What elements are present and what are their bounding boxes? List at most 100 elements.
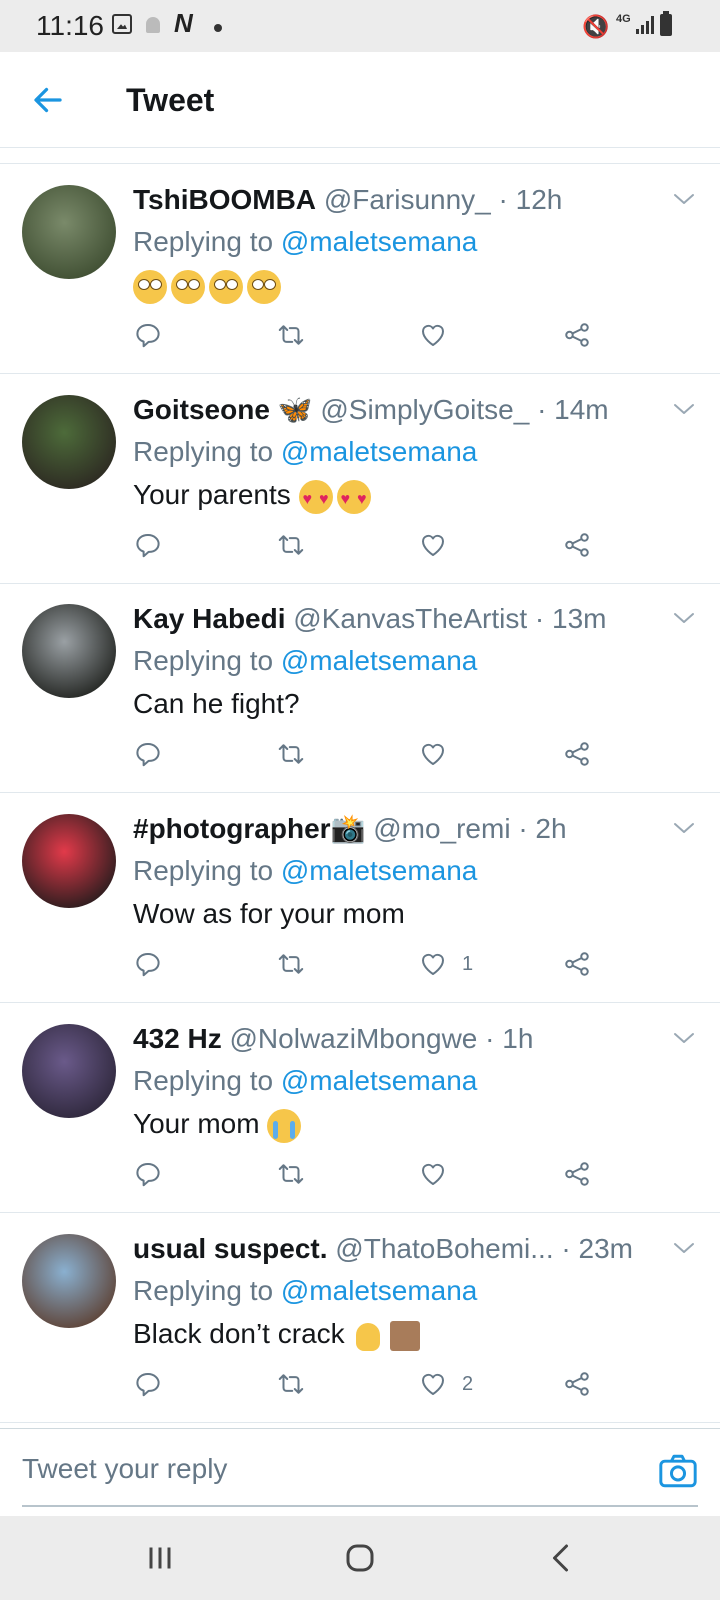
- reply-button[interactable]: [133, 944, 163, 984]
- back-nav-icon[interactable]: [542, 1540, 582, 1576]
- retweet-button[interactable]: [276, 944, 306, 984]
- user-handle[interactable]: @ThatoBohemi...: [335, 1233, 553, 1264]
- like-button[interactable]: [418, 734, 462, 774]
- tweet-time: · 2h: [518, 813, 567, 844]
- tweet[interactable]: usual suspect. @ThatoBohemi... · 23m Repl…: [0, 1214, 720, 1423]
- mention-link[interactable]: @maletsemana: [281, 1275, 478, 1306]
- retweet-button[interactable]: [276, 1154, 306, 1194]
- share-button[interactable]: [562, 525, 592, 565]
- tweet[interactable]: Kay Habedi @KanvasTheArtist · 13m Replyin…: [0, 584, 720, 793]
- reply-button[interactable]: [133, 315, 163, 355]
- camera-icon[interactable]: [658, 1453, 698, 1489]
- tweet-text-content: Your parents: [133, 479, 291, 510]
- reply-button[interactable]: [133, 734, 163, 774]
- share-button[interactable]: [562, 1154, 592, 1194]
- replying-to: Replying to @maletsemana: [133, 1274, 477, 1308]
- chevron-down-icon[interactable]: [672, 608, 696, 628]
- reply-input[interactable]: [22, 1447, 582, 1491]
- replying-to-label: Replying to: [133, 1065, 274, 1096]
- mention-link[interactable]: @maletsemana: [281, 436, 478, 467]
- retweet-button[interactable]: [276, 525, 306, 565]
- tweet[interactable]: 432 Hz @NolwaziMbongwe · 1h Replying to @…: [0, 1004, 720, 1213]
- heart-icon: [421, 324, 445, 346]
- reply-icon: [136, 743, 160, 767]
- like-count: 2: [462, 1372, 474, 1395]
- share-icon: [565, 952, 589, 976]
- avatar[interactable]: [22, 1234, 116, 1328]
- heart-icon: [421, 1163, 445, 1185]
- like-button[interactable]: 1: [418, 944, 473, 984]
- avatar[interactable]: [22, 395, 116, 489]
- chevron-down-icon[interactable]: [672, 818, 696, 838]
- mention-link[interactable]: @maletsemana: [281, 226, 478, 257]
- user-handle[interactable]: @KanvasTheArtist: [293, 603, 527, 634]
- display-name[interactable]: 432 Hz: [133, 1023, 222, 1054]
- mention-link[interactable]: @maletsemana: [281, 1065, 478, 1096]
- share-icon: [565, 742, 589, 766]
- share-button[interactable]: [562, 1364, 592, 1404]
- reply-button[interactable]: [133, 1364, 163, 1404]
- like-button[interactable]: [418, 525, 462, 565]
- avatar[interactable]: [22, 1024, 116, 1118]
- avatar[interactable]: [22, 185, 116, 279]
- home-icon[interactable]: [340, 1540, 380, 1576]
- reply-icon: [136, 1373, 160, 1397]
- user-handle[interactable]: @Farisunny_: [324, 184, 491, 215]
- display-name[interactable]: TshiBOOMBA: [133, 184, 316, 215]
- recent-apps-icon[interactable]: [140, 1540, 180, 1576]
- tweet-header: #photographer📸 @mo_remi · 2h: [133, 812, 663, 846]
- tweet-text-content: Wow as for your mom: [133, 898, 405, 929]
- mention-link[interactable]: @maletsemana: [281, 645, 478, 676]
- chevron-down-icon[interactable]: [672, 189, 696, 209]
- display-name[interactable]: usual suspect.: [133, 1233, 328, 1264]
- tweet[interactable]: Goitseone 🦋 @SimplyGoitse_ · 14m Replying…: [0, 375, 720, 584]
- reply-button[interactable]: [133, 525, 163, 565]
- user-handle[interactable]: @NolwaziMbongwe: [230, 1023, 478, 1054]
- retweet-button[interactable]: [276, 1364, 306, 1404]
- retweet-icon: [278, 744, 304, 764]
- face-with-rolling-eyes-emoji: [209, 269, 243, 304]
- display-name[interactable]: #photographer📸: [133, 813, 365, 844]
- replying-to: Replying to @maletsemana: [133, 644, 477, 678]
- avatar[interactable]: [22, 604, 116, 698]
- user-handle[interactable]: @mo_remi: [373, 813, 510, 844]
- tweet-header: Goitseone 🦋 @SimplyGoitse_ · 14m: [133, 393, 663, 427]
- display-name[interactable]: Kay Habedi: [133, 603, 286, 634]
- share-button[interactable]: [562, 315, 592, 355]
- smiling-face-with-heart-eyes-emoji: [298, 479, 333, 518]
- gallery-notification-icon: [112, 14, 132, 34]
- chevron-down-icon[interactable]: [672, 1238, 696, 1258]
- avatar[interactable]: [22, 814, 116, 908]
- tweet-actions: [0, 525, 720, 565]
- replying-to: Replying to @maletsemana: [133, 225, 477, 259]
- share-icon: [565, 1372, 589, 1396]
- retweet-button[interactable]: [276, 315, 306, 355]
- replying-to: Replying to @maletsemana: [133, 854, 477, 888]
- chevron-down-icon[interactable]: [672, 1028, 696, 1048]
- status-bar: 11:16 N 🔇 4G: [0, 0, 720, 52]
- mention-link[interactable]: @maletsemana: [281, 855, 478, 886]
- display-name[interactable]: Goitseone 🦋: [133, 394, 313, 425]
- like-button[interactable]: 2: [418, 1364, 473, 1404]
- heart-icon: [421, 534, 445, 556]
- retweet-button[interactable]: [276, 734, 306, 774]
- chevron-down-icon[interactable]: [672, 399, 696, 419]
- like-button[interactable]: [418, 1154, 462, 1194]
- smiling-face-with-heart-eyes-emoji: [336, 479, 371, 518]
- arrow-left-icon[interactable]: [30, 82, 66, 118]
- user-handle[interactable]: @SimplyGoitse_: [320, 394, 529, 425]
- face-with-rolling-eyes-emoji: [247, 269, 281, 304]
- divider: [0, 163, 720, 164]
- share-icon: [565, 533, 589, 557]
- pinching-hand-emoji: [352, 1319, 386, 1353]
- heart-icon: [421, 1373, 445, 1395]
- reply-icon: [136, 953, 160, 977]
- share-button[interactable]: [562, 944, 592, 984]
- tweet-header: TshiBOOMBA @Farisunny_ · 12h: [133, 183, 663, 217]
- tweet[interactable]: #photographer📸 @mo_remi · 2h Replying to …: [0, 794, 720, 1003]
- like-button[interactable]: [418, 315, 462, 355]
- tweet[interactable]: TshiBOOMBA @Farisunny_ · 12h Replying to …: [0, 165, 720, 374]
- share-button[interactable]: [562, 734, 592, 774]
- heart-icon: [421, 743, 445, 765]
- reply-button[interactable]: [133, 1154, 163, 1194]
